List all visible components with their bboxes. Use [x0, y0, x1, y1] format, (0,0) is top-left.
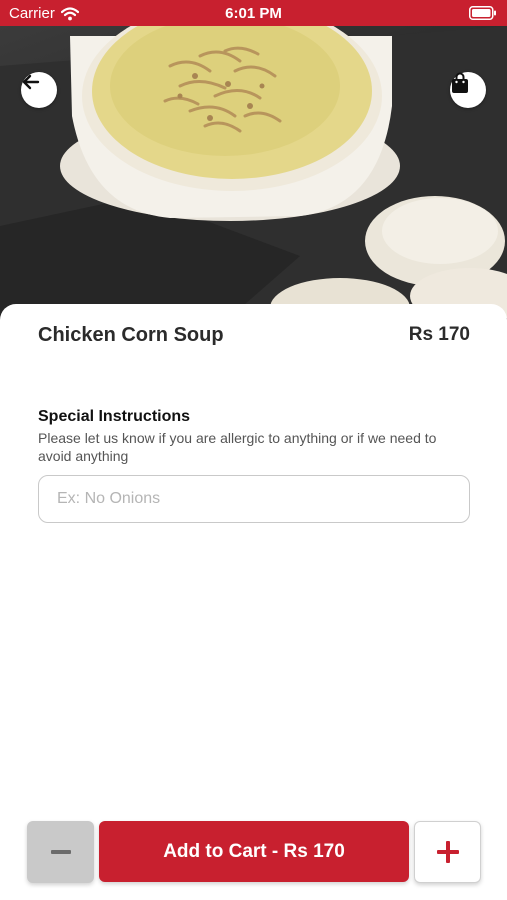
- status-bar: Carrier 6:01 PM: [0, 0, 507, 26]
- minus-icon: [50, 850, 71, 854]
- back-button[interactable]: [21, 72, 57, 108]
- decrease-quantity-button[interactable]: [27, 821, 94, 883]
- battery-icon: [469, 6, 497, 24]
- item-price: Rs 170: [408, 324, 470, 345]
- plus-icon: [436, 841, 459, 863]
- soup-illustration: [0, 26, 507, 326]
- item-details-sheet: Chicken Corn Soup Rs 170 Special Instruc…: [0, 304, 507, 900]
- cart-button[interactable]: [450, 72, 486, 108]
- add-to-cart-button[interactable]: Add to Cart - Rs 170: [99, 821, 409, 882]
- item-title: Chicken Corn Soup: [38, 324, 224, 346]
- increase-quantity-button[interactable]: [414, 821, 481, 883]
- add-to-cart-label: Add to Cart - Rs 170: [163, 840, 345, 862]
- shopping-bag-icon: [452, 72, 468, 93]
- special-instructions-input[interactable]: [38, 475, 470, 523]
- special-instructions-description: Please let us know if you are allergic t…: [38, 430, 437, 464]
- status-time: 6:01 PM: [225, 5, 282, 22]
- special-instructions-heading: Special Instructions: [38, 408, 191, 425]
- food-image: [0, 26, 507, 326]
- arrow-left-icon: [22, 74, 40, 90]
